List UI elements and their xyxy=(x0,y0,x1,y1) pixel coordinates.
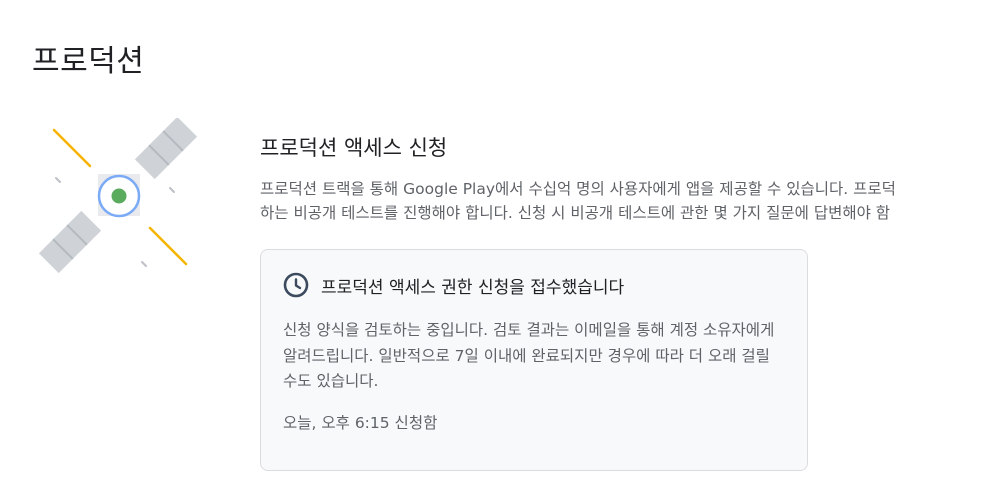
production-page: 프로덕션 프로덕션 액세스 신청 프로덕션 트랙을 통해 Google Play… xyxy=(0,0,1008,496)
section-title: 프로덕션 액세스 신청 xyxy=(260,136,448,160)
satellite-icon xyxy=(38,116,198,274)
status-card-message: 신청 양식을 검토하는 중입니다. 검토 결과는 이메일을 통해 계정 소유자에… xyxy=(283,321,775,390)
page-title: 프로덕션 xyxy=(32,44,145,79)
section-description: 프로덕션 트랙을 통해 Google Play에서 수십억 명의 사용자에게 앱… xyxy=(260,177,1008,225)
status-card-title: 프로덕션 액세스 권한 신청을 접수했습니다 xyxy=(321,277,625,298)
application-status-card: 프로덕션 액세스 권한 신청을 접수했습니다 신청 양식을 검토하는 중입니다.… xyxy=(260,249,808,471)
description-line-1: 프로덕션 트랙을 통해 Google Play에서 수십억 명의 사용자에게 앱… xyxy=(260,180,896,198)
clock-icon xyxy=(283,272,309,298)
satellite-illustration xyxy=(36,116,200,278)
status-card-header: 프로덕션 액세스 권한 신청을 접수했습니다 xyxy=(283,270,785,300)
production-access-section: 프로덕션 액세스 신청 프로덕션 트랙을 통해 Google Play에서 수십… xyxy=(260,132,1008,225)
submitted-timestamp: 오늘, 오후 6:15 신청함 xyxy=(283,413,438,432)
description-line-2: 하는 비공개 테스트를 진행해야 합니다. 신청 시 비공개 테스트에 관한 몇… xyxy=(260,204,891,222)
